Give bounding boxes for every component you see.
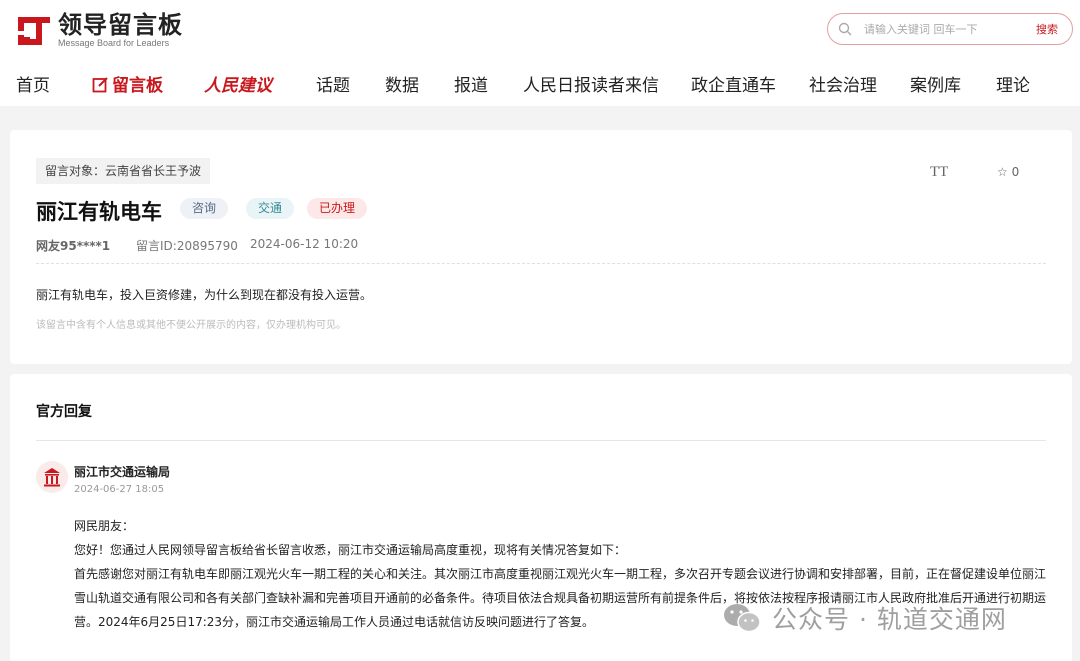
nav-topics[interactable]: 话题: [316, 71, 350, 96]
reply-intro: 您好！您通过人民网领导留言板给省长留言收悉，丽江市交通运输局高度重视，现将有关情…: [74, 543, 627, 557]
message-title: 丽江有轨电车: [36, 200, 162, 224]
category-badge: 交通: [246, 198, 295, 219]
nav-reports[interactable]: 报道: [454, 71, 488, 96]
nav-case-library[interactable]: 案例库: [910, 71, 961, 96]
org-avatar: [36, 461, 68, 493]
nav-message-board[interactable]: 留言板: [92, 71, 163, 96]
font-size-toggle[interactable]: TT: [930, 164, 948, 181]
search-button[interactable]: 搜索: [1036, 21, 1058, 37]
nav-reader-letters[interactable]: 人民日报读者来信: [523, 71, 659, 96]
search-input[interactable]: [864, 21, 1014, 38]
logo-mark-icon: [18, 16, 50, 45]
watermark-text: 公众号 · 轨道交通网: [772, 605, 1007, 634]
nav-gov-enterprise[interactable]: 政企直通车: [691, 71, 776, 96]
nav-data[interactable]: 数据: [385, 71, 419, 96]
reply-divider: [36, 440, 1046, 441]
nav-message-board-label: 留言板: [112, 76, 163, 96]
favorite-button[interactable]: ☆ 0: [997, 165, 1019, 179]
message-content: 丽江有轨电车，投入巨资修建，为什么到现在都没有投入运营。: [36, 288, 373, 302]
org-name: 丽江市交通运输局: [74, 465, 171, 479]
search-box: 搜索: [827, 13, 1073, 45]
top-header: 领导留言板 Message Board for Leaders 搜索 首页 留言…: [0, 0, 1080, 106]
nav-theory[interactable]: 理论: [996, 71, 1030, 96]
status-badge: 已办理: [307, 198, 368, 219]
reply-datetime: 2024-06-27 18:05: [74, 484, 165, 495]
site-logo[interactable]: 领导留言板 Message Board for Leaders: [16, 12, 183, 49]
government-building-icon: [44, 468, 60, 487]
type-badge: 咨询: [180, 198, 229, 219]
nav-home[interactable]: 首页: [16, 71, 50, 96]
message-divider: [36, 263, 1046, 264]
wechat-watermark: 公众号 · 轨道交通网: [722, 600, 1007, 636]
wechat-icon: [724, 604, 761, 633]
nav-people-suggestion[interactable]: 人民建议: [204, 71, 272, 96]
logo-title: 领导留言板: [58, 11, 183, 39]
nav-social-governance[interactable]: 社会治理: [809, 71, 877, 96]
favorite-count: 0: [1011, 165, 1020, 179]
main-nav: 首页 留言板 人民建议 话题 数据 报道 人民日报读者来信 政企直通车 社会治理…: [0, 66, 1080, 100]
edit-icon: [92, 77, 108, 93]
search-icon: [838, 22, 852, 36]
message-id: 留言ID:20895790: [136, 239, 238, 253]
logo-subtitle: Message Board for Leaders: [58, 38, 170, 48]
privacy-note: 该留言中含有个人信息或其他不便公开展示的内容，仅办理机构可见。: [36, 320, 346, 331]
message-user: 网友95****1: [36, 239, 111, 253]
message-datetime: 2024-06-12 10:20: [250, 237, 359, 251]
message-card: 留言对象：云南省省长王予波 TT ☆ 0 丽江有轨电车 咨询 交通 已办理 网友…: [10, 130, 1072, 364]
star-icon: ☆: [997, 165, 1008, 179]
message-target: 留言对象：云南省省长王予波: [36, 158, 211, 184]
reply-heading: 官方回复: [36, 404, 92, 420]
reply-greeting: 网民朋友：: [74, 519, 135, 533]
